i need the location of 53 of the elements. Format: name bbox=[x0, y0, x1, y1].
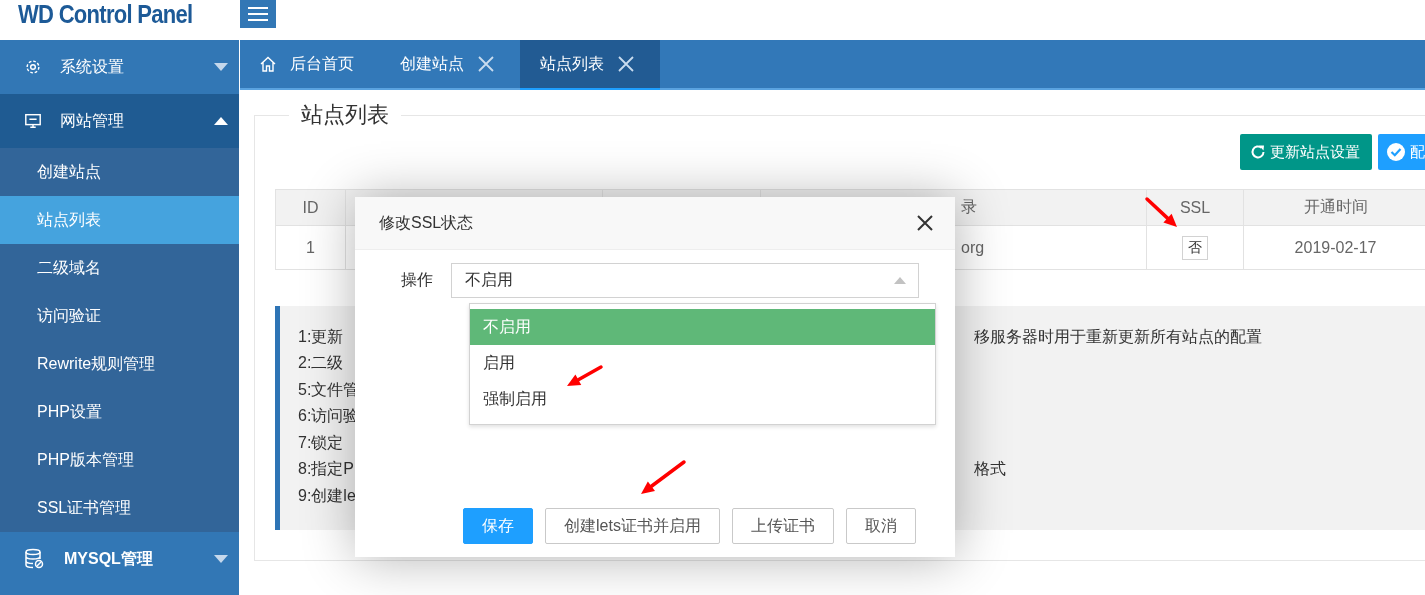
dialog-title: 修改SSL状态 bbox=[379, 212, 474, 233]
sidebar-group[interactable]: 网站管理 bbox=[0, 94, 239, 148]
annotation-arrow bbox=[641, 460, 686, 494]
home-icon bbox=[260, 56, 276, 72]
caret-down-icon bbox=[214, 63, 228, 71]
gear-icon bbox=[24, 58, 42, 76]
sidebar-item[interactable]: 创建站点 bbox=[0, 148, 239, 196]
sidebar-item[interactable]: PHP设置 bbox=[0, 388, 239, 436]
tab[interactable]: 后台首页 bbox=[240, 40, 380, 88]
dialog-button[interactable]: 创建lets证书并启用 bbox=[545, 508, 720, 544]
note-text: 移服务器时用于重新更新所有站点的配置 bbox=[974, 326, 1262, 347]
note-text: 格式 bbox=[974, 459, 1006, 480]
tab[interactable]: 创建站点 bbox=[380, 40, 520, 88]
note-text: 2:二级 bbox=[298, 354, 344, 372]
dialog-button[interactable]: 取消 bbox=[845, 508, 916, 544]
column-header: 开通时间 bbox=[1243, 189, 1425, 226]
sidebar-item[interactable]: PHP版本管理 bbox=[0, 436, 239, 484]
close-icon[interactable] bbox=[478, 56, 494, 72]
select-field[interactable]: 不启用 bbox=[451, 263, 919, 298]
sidebar-item[interactable]: 访问验证 bbox=[0, 292, 239, 340]
check-circle-icon bbox=[1386, 142, 1406, 162]
refresh-icon bbox=[1250, 144, 1266, 160]
column-header: SSL bbox=[1146, 189, 1244, 226]
note-text: 8:指定P bbox=[298, 460, 354, 478]
note-text: 9:创建le bbox=[298, 486, 356, 504]
sidebar-item[interactable]: 二级域名 bbox=[0, 244, 239, 292]
table-cell: 1 bbox=[275, 225, 346, 270]
caret-up-icon bbox=[214, 117, 228, 125]
column-header: ID bbox=[275, 189, 346, 226]
tab[interactable]: 站点列表 bbox=[520, 40, 660, 90]
monitor-icon bbox=[24, 112, 42, 130]
menu-button[interactable] bbox=[240, 0, 276, 28]
logo: WD Control Panel bbox=[18, 0, 194, 29]
note-text: 7:锁定 bbox=[298, 433, 344, 451]
annotation-arrow bbox=[567, 365, 603, 386]
close-icon bbox=[917, 215, 933, 231]
caret-down-icon bbox=[214, 555, 228, 563]
dropdown-option[interactable]: 启用 bbox=[470, 345, 935, 381]
close-icon[interactable] bbox=[618, 56, 634, 72]
menu-icon bbox=[248, 6, 268, 22]
update-button[interactable]: 更新站点设置 bbox=[1240, 134, 1372, 170]
dialog-button[interactable]: 上传证书 bbox=[731, 508, 834, 544]
sidebar-item[interactable]: SSL证书管理 bbox=[0, 484, 239, 532]
sidebar-item[interactable]: Rewrite规则管理 bbox=[0, 340, 239, 388]
note-text: 1:更新 bbox=[298, 327, 344, 345]
caret-up-icon bbox=[894, 277, 906, 284]
close-button[interactable] bbox=[915, 213, 935, 233]
dropdown-option[interactable]: 强制启用 bbox=[470, 381, 935, 417]
annotation-arrow bbox=[1145, 197, 1177, 227]
field-label: 操作 bbox=[400, 270, 434, 290]
database-icon bbox=[24, 548, 44, 570]
panel-title: 站点列表 bbox=[300, 101, 390, 129]
ssl-status-button[interactable]: 否 bbox=[1182, 235, 1208, 260]
